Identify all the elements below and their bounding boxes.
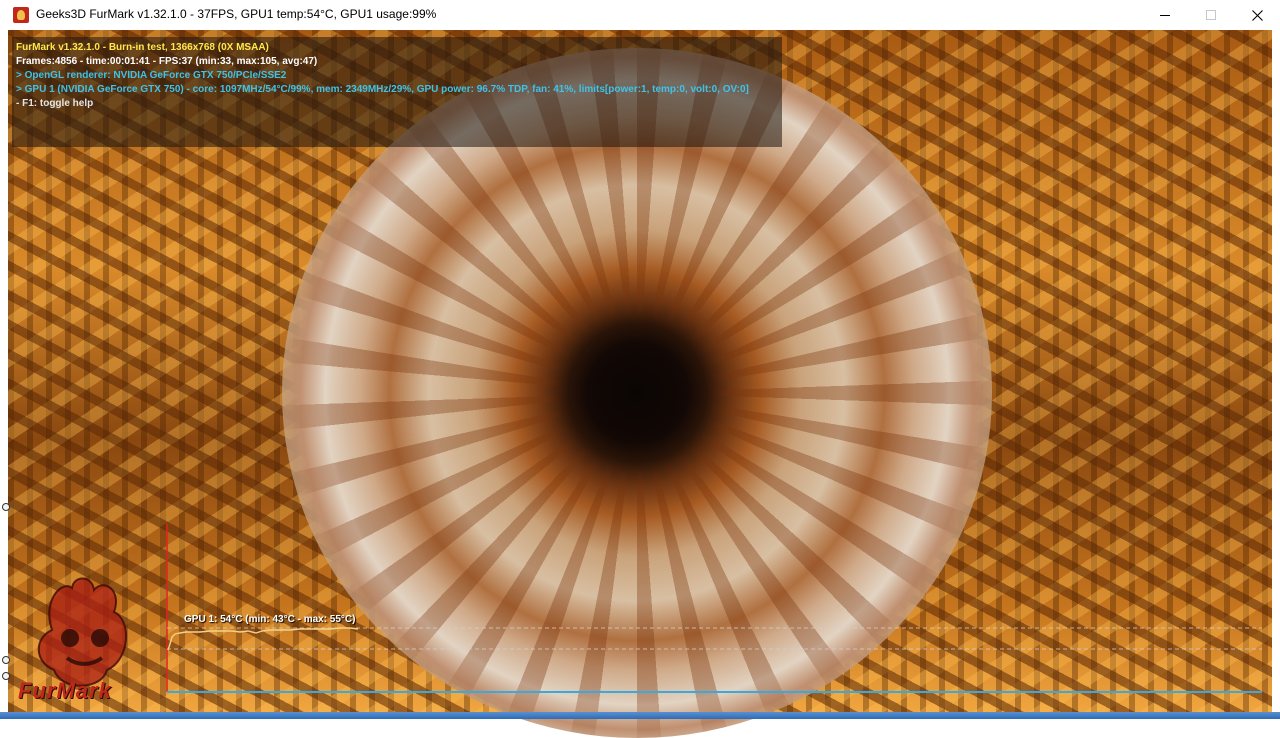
graph-temperature-label: GPU 1: 54°C (min: 43°C - max: 55°C): [184, 614, 356, 625]
temperature-line: [167, 627, 359, 651]
temperature-graph: [166, 524, 1262, 693]
